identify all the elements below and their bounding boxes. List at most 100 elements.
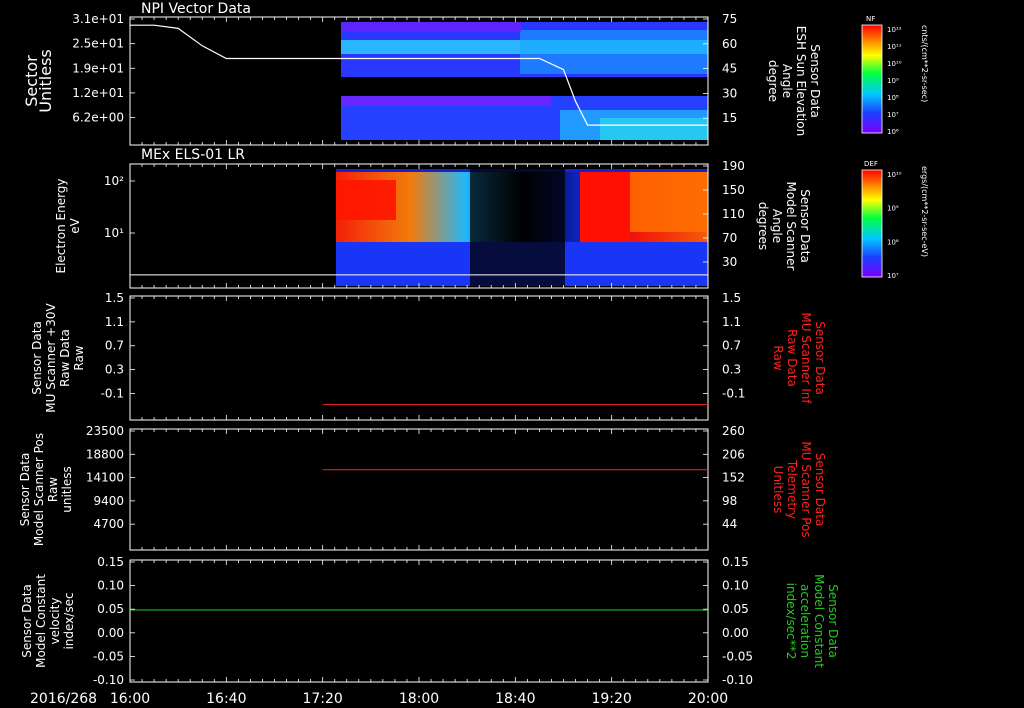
panel-right-ylabel-line: degree	[766, 60, 780, 102]
panel-ylabel-line: velocity	[48, 598, 62, 645]
panel-right-ylabel-line: ESH Sun Elevation	[794, 26, 808, 136]
x-tick-label: 19:20	[591, 691, 631, 707]
panel-ylabel-line: Sensor Data	[18, 453, 32, 527]
x-tick-label: 17:20	[302, 691, 342, 707]
right-tick-label: 0.15	[722, 555, 749, 569]
panel-ylabel-line: unitless	[60, 466, 74, 512]
y-tick-label: 1.9e+01	[72, 61, 124, 75]
colorbar-tick-label: 10⁸	[887, 238, 899, 246]
colorbar-tick-label: 10⁷	[887, 272, 899, 280]
colorbar-tick-label: 10⁹	[887, 77, 899, 85]
y-tick-label: 0.3	[105, 363, 124, 377]
panel-right-ylabel: Sensor DataESH Sun ElevationAngledegree	[766, 26, 822, 136]
panel-right-ylabel: Sensor DataModel ScannerAngledegrees	[756, 182, 812, 271]
panel-right-ylabel-line: Angle	[770, 209, 784, 243]
x-tick-label: 18:00	[399, 691, 439, 707]
panel-ylabel-line: Unitless	[36, 49, 55, 113]
colorbar-nf-label: NF	[866, 15, 875, 23]
panel-ylabel-line: Model Constant	[34, 574, 48, 668]
y-tick-label: 1.2e+01	[72, 86, 124, 100]
panel-ylabel-line: Electron Energy	[54, 178, 68, 273]
panel-frame	[129, 295, 709, 421]
panel-right-ylabel: Sensor DataMU Scanner PosTelemetryUnitle…	[771, 441, 827, 537]
right-tick-label: -0.05	[722, 649, 753, 663]
panel-frame	[129, 428, 709, 551]
colorbar-def: DEF ergs/(cm**2-sr-sec-eV) 10¹⁰ 10⁹ 10⁸ 10⁷	[861, 160, 929, 280]
y-tick-label: 1.5	[105, 291, 124, 305]
y-tick-label: 2.5e+01	[72, 37, 124, 51]
panel-right-ylabel-line: Telemetry	[785, 459, 799, 519]
colorbar-tick-label: 10¹⁰	[887, 60, 902, 68]
right-tick-label: 110	[722, 207, 745, 221]
colorbar-nf: NF cnts/(cm**2-sr-sec) 10¹²10¹¹10¹⁰10⁹10…	[861, 15, 929, 136]
y-tick-label: 1.1	[105, 315, 124, 329]
panel-right-ylabel-line: degrees	[756, 202, 770, 250]
panel-ylabel: SectorUnitless	[22, 49, 55, 113]
right-tick-label: 190	[722, 159, 745, 173]
y-tick-label: 3.1e+01	[72, 12, 124, 26]
panel1-heatmap	[341, 22, 708, 140]
panel-right-ylabel: Sensor DataModel Constantaccelerationind…	[784, 574, 840, 668]
right-tick-label: 98	[722, 494, 737, 508]
right-tick-label: 60	[722, 37, 737, 51]
panel-ylabel-line: Raw Data	[58, 329, 72, 387]
y-tick-label: 10¹	[104, 226, 124, 240]
panel-right-ylabel-line: index/sec**2	[784, 583, 798, 660]
x-tick-label: 18:40	[495, 691, 535, 707]
y-tick-label: 0.7	[105, 339, 124, 353]
y-tick-label: 0.05	[97, 602, 124, 616]
y-tick-label: 0.15	[97, 555, 124, 569]
right-tick-label: 1.5	[722, 291, 741, 305]
right-tick-label: -0.1	[722, 386, 745, 400]
y-tick-label: 18800	[86, 447, 124, 461]
panel-ylabel-line: Sensor Data	[30, 321, 44, 395]
date-label: 2016/268	[30, 691, 97, 707]
panel-right-ylabel-line: Angle	[780, 64, 794, 98]
right-tick-label: 0.05	[722, 602, 749, 616]
panel-right-ylabel: Sensor DataMU Scanner InfRaw DataRaw	[771, 312, 827, 404]
panel-ylabel-line: index/sec	[62, 592, 76, 649]
right-tick-label: 260	[722, 424, 745, 438]
panel-right-ylabel-line: Sensor Data	[798, 189, 812, 263]
right-tick-label: 45	[722, 62, 737, 76]
right-tick-label: 30	[722, 86, 737, 100]
panel2-title: MEx ELS-01 LR	[141, 147, 245, 163]
panel-ylabel-line: Raw	[72, 345, 86, 370]
panel-right-ylabel-line: MU Scanner Pos	[799, 441, 813, 537]
right-tick-label: 30	[722, 255, 737, 269]
panel-ylabel: Electron Energy eV	[54, 178, 82, 273]
colorbar-tick-label: 10⁸	[887, 94, 899, 102]
right-tick-label: 150	[722, 183, 745, 197]
colorbar-tick-label: 10¹⁰	[887, 171, 902, 179]
colorbar-def-label: DEF	[864, 160, 878, 168]
panel-right-ylabel-line: Model Scanner	[784, 182, 798, 271]
y-tick-label: -0.05	[93, 649, 124, 663]
panel-ylabel: Sensor Data Model Scanner Pos Raw unitless	[18, 433, 74, 546]
panel-right-ylabel-line: Raw Data	[785, 329, 799, 387]
panel-ylabel-line: Raw	[46, 477, 60, 502]
y-tick-label: 0.10	[97, 579, 124, 593]
colorbar-tick-label: 10⁹	[887, 205, 899, 213]
y-tick-label: -0.1	[101, 386, 124, 400]
x-tick-label: 16:40	[206, 691, 246, 707]
right-tick-label: 70	[722, 231, 737, 245]
panel-ylabel-line: MU Scanner +30V	[44, 303, 58, 413]
panel-ylabel: Sensor Data Model Constant velocity index/s…	[20, 574, 76, 668]
panel-ylabel: Sensor Data MU Scanner +30V Raw Data Raw	[30, 303, 86, 413]
x-tick-label: 16:00	[110, 691, 150, 707]
panel2-heatmap	[336, 169, 708, 286]
y-tick-label: 0.00	[97, 626, 124, 640]
colorbar-tick-label: 10¹¹	[887, 43, 902, 51]
right-tick-label: 1.1	[722, 315, 741, 329]
right-tick-label: 206	[722, 447, 745, 461]
colorbar-nf-ticks: 10¹² 10¹¹ 10¹⁰ 10⁹ 10⁸ 10⁷ 10⁶	[887, 26, 902, 136]
panel-ylabel-line: Model Scanner Pos	[32, 433, 46, 546]
panel-right-ylabel-line: Sensor Data	[813, 453, 827, 527]
right-tick-label: 44	[722, 517, 737, 531]
y-tick-label: 23500	[86, 424, 124, 438]
plot-canvas: 2016/268 NPI Vector Data MEx ELS-01 LR 3…	[18, 1, 929, 707]
right-tick-label: 0.3	[722, 363, 741, 377]
panel-frame	[129, 559, 709, 683]
panel-right-ylabel-line: acceleration	[798, 584, 812, 658]
right-tick-label: -0.10	[722, 673, 753, 687]
